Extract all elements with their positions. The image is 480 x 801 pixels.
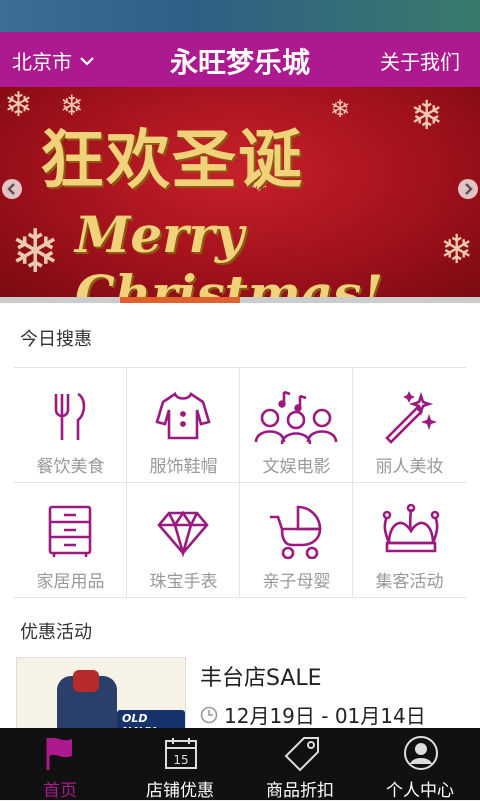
category-dining[interactable]: 餐饮美食 bbox=[14, 368, 127, 483]
tab-profile[interactable]: 个人中心 bbox=[360, 728, 480, 801]
chevron-left-icon bbox=[7, 183, 15, 195]
category-label: 丽人美妆 bbox=[375, 457, 444, 477]
banner-headline-en: Merry Christmas! bbox=[75, 205, 384, 297]
diamond-icon bbox=[157, 510, 209, 558]
category-home[interactable]: 家居用品 bbox=[14, 483, 127, 598]
about-us-link[interactable]: 关于我们 bbox=[380, 46, 460, 75]
tab-label: 首页 bbox=[43, 781, 77, 801]
carousel-prev-button[interactable] bbox=[2, 179, 22, 199]
category-baby[interactable]: 亲子母婴 bbox=[240, 483, 353, 598]
category-entertainment[interactable]: 文娱电影 bbox=[240, 368, 353, 483]
today-deals-section: 今日搜惠 餐饮美食 服饰鞋帽 文娱电影 丽人美妆 家居用品 珠宝手表 亲子母婴 … bbox=[0, 303, 480, 600]
section-title: 优惠活动 bbox=[20, 622, 92, 643]
category-beauty[interactable]: 丽人美妆 bbox=[353, 368, 466, 483]
tab-home[interactable]: 首页 bbox=[0, 728, 120, 801]
snowflake-icon: ❄ bbox=[410, 93, 444, 139]
promo-date-text: 12月19日 - 01月14日 bbox=[224, 704, 426, 728]
shirt-icon bbox=[155, 391, 211, 440]
jester-hat-icon bbox=[382, 503, 440, 553]
category-label: 集客活动 bbox=[375, 572, 444, 592]
snowflake-icon: ❄ bbox=[330, 95, 351, 123]
category-label: 文娱电影 bbox=[262, 457, 331, 477]
clock-icon bbox=[200, 706, 218, 723]
snowflake-icon: ❄ bbox=[10, 217, 61, 287]
calendar-day: 15 bbox=[173, 753, 188, 767]
tab-bar: 首页 15 店铺优惠 商品折扣 个人中心 bbox=[0, 728, 480, 801]
tab-store-deals[interactable]: 15 店铺优惠 bbox=[120, 728, 240, 801]
tab-label: 商品折扣 bbox=[266, 781, 334, 801]
status-bar bbox=[0, 0, 480, 32]
promo-date: 12月19日 - 01月14日 bbox=[200, 700, 426, 729]
chevron-right-icon bbox=[465, 183, 473, 195]
people-music-icon bbox=[254, 390, 338, 444]
category-jewelry[interactable]: 珠宝手表 bbox=[127, 483, 240, 598]
promotions-section: 优惠活动 OLD NAVY 丰台店SALE 12月19日 - 01月14日 bbox=[0, 600, 480, 732]
promo-thumbnail[interactable]: OLD NAVY bbox=[16, 657, 186, 732]
tab-label: 个人中心 bbox=[386, 781, 454, 801]
snowflake-icon: ❄ bbox=[4, 87, 33, 125]
category-grid: 餐饮美食 服饰鞋帽 文娱电影 丽人美妆 家居用品 珠宝手表 亲子母婴 集客活动 bbox=[14, 367, 466, 598]
cabinet-icon bbox=[48, 505, 92, 557]
category-label: 亲子母婴 bbox=[262, 572, 331, 592]
category-label: 餐饮美食 bbox=[36, 457, 105, 477]
section-title: 今日搜惠 bbox=[20, 329, 92, 350]
category-label: 服饰鞋帽 bbox=[149, 457, 218, 477]
flag-icon bbox=[46, 737, 72, 770]
category-clothing[interactable]: 服饰鞋帽 bbox=[127, 368, 240, 483]
magic-wand-icon bbox=[385, 391, 437, 444]
city-label: 北京市 bbox=[12, 50, 72, 74]
stroller-icon bbox=[270, 505, 322, 559]
tab-product-discounts[interactable]: 商品折扣 bbox=[240, 728, 360, 801]
banner-carousel[interactable]: ❄ ❄ ❄ ❄ ❄ ❄ ❄ 狂欢圣诞 Merry Christmas! bbox=[0, 87, 480, 297]
tab-label: 店铺优惠 bbox=[146, 781, 214, 801]
city-selector[interactable]: 北京市 bbox=[12, 46, 94, 75]
calendar-icon: 15 bbox=[165, 738, 197, 769]
tag-icon bbox=[284, 737, 319, 772]
user-icon bbox=[404, 736, 438, 770]
chevron-down-icon bbox=[80, 56, 94, 66]
banner-headline-cn: 狂欢圣诞 bbox=[40, 123, 304, 198]
category-events[interactable]: 集客活动 bbox=[353, 483, 466, 598]
utensils-icon bbox=[54, 392, 86, 440]
collar-image bbox=[73, 670, 99, 692]
category-label: 珠宝手表 bbox=[149, 572, 218, 592]
carousel-next-button[interactable] bbox=[458, 179, 478, 199]
header: 北京市 永旺梦乐城 关于我们 bbox=[0, 32, 480, 87]
promo-name[interactable]: 丰台店SALE bbox=[200, 660, 322, 692]
category-label: 家居用品 bbox=[36, 572, 105, 592]
